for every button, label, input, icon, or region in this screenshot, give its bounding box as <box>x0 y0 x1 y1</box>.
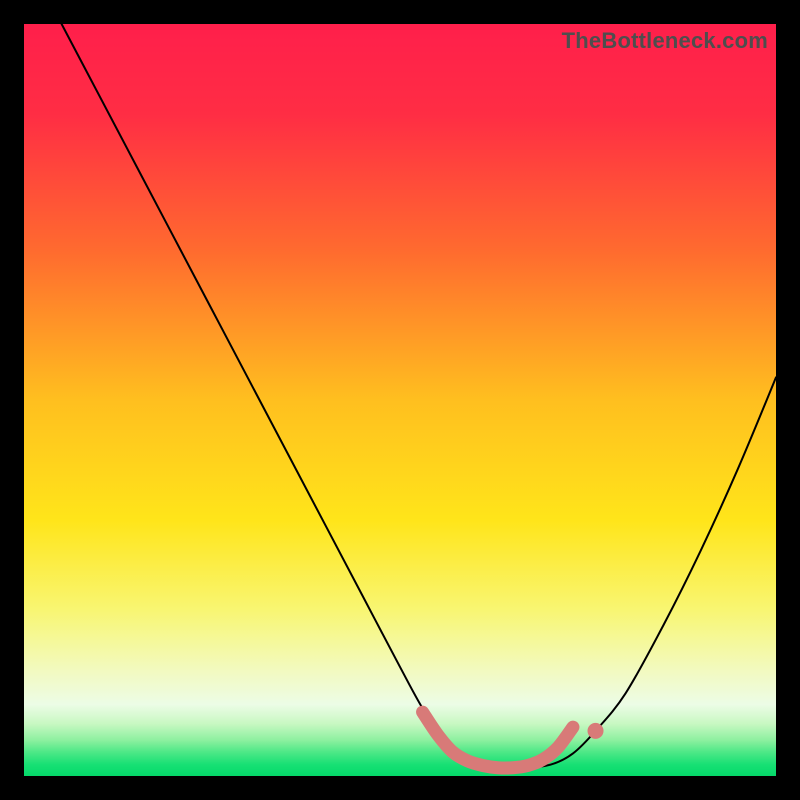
chart-frame: TheBottleneck.com <box>0 0 800 800</box>
chart-svg <box>24 24 776 776</box>
optimal-range-end-dot <box>588 723 604 739</box>
plot-area: TheBottleneck.com <box>24 24 776 776</box>
gradient-background <box>24 24 776 776</box>
watermark-text: TheBottleneck.com <box>562 28 768 54</box>
